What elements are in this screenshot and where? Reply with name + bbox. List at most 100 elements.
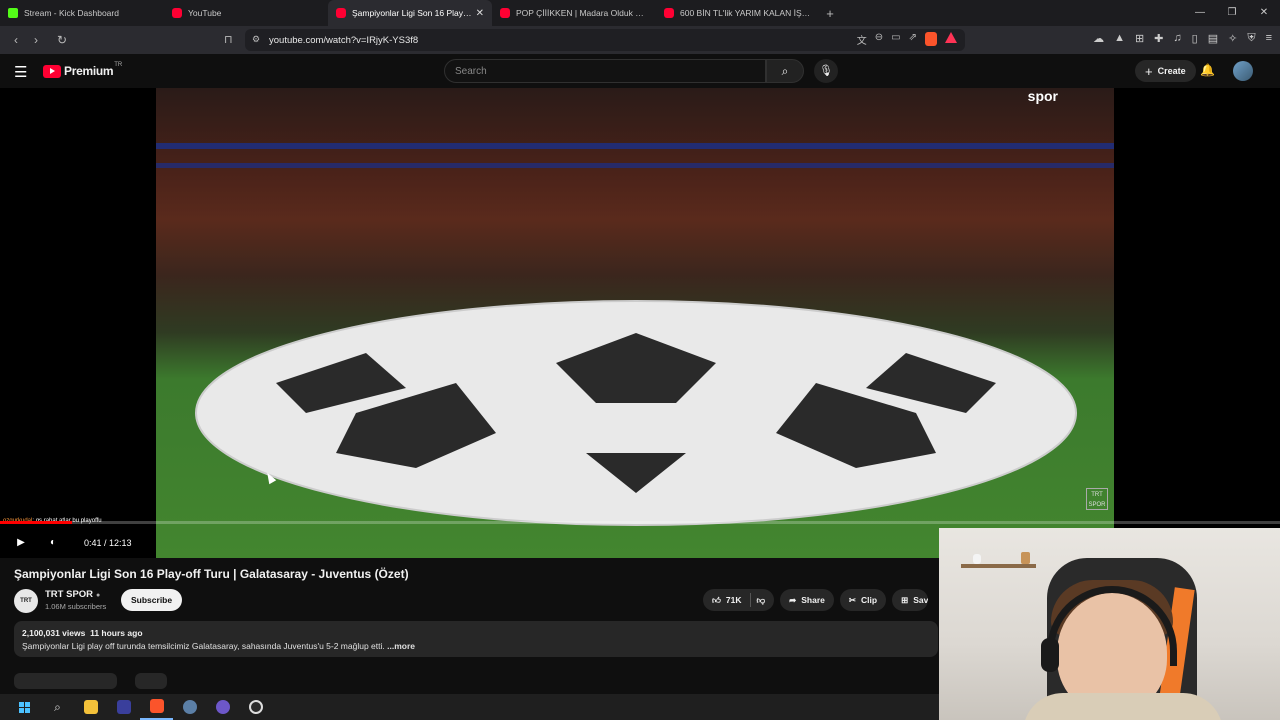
folder-icon	[83, 700, 98, 714]
tab-title: Stream - Kick Dashboard	[24, 8, 119, 18]
thumbs-down-icon[interactable]: 👎︎	[756, 595, 765, 606]
view-count: 2,100,031 views	[22, 628, 86, 638]
browser-tab-600-bin[interactable]: 600 BİN TL'lik YARIM KALAN İŞLER V	[656, 0, 820, 26]
clip-button[interactable]: ✂ Clip	[839, 589, 887, 611]
taskbar-app[interactable]	[107, 694, 140, 720]
bookmark-icon[interactable]: ⊓	[224, 33, 233, 46]
save-label: Save	[913, 595, 929, 605]
youtube-play-logo-icon	[43, 64, 61, 78]
youtube-logo[interactable]: Premium TR	[43, 62, 122, 78]
address-bar[interactable]: ⚙ youtube.com/watch?v=IRjyK-YS3f8 文 ⊖ ▭ …	[245, 29, 965, 51]
trt-corner-logo: TRT SPOR	[1086, 488, 1108, 510]
view-stats: 2,100,031 views 11 hours ago	[22, 628, 930, 638]
restore-icon[interactable]: ❐	[1216, 0, 1248, 26]
site-info-icon[interactable]: ⚙	[252, 34, 260, 45]
close-tab-icon[interactable]: ✕	[476, 8, 484, 19]
upload-time: 11 hours ago	[90, 628, 143, 638]
kick-favicon-icon	[8, 8, 18, 18]
browser-tab-strip: Stream - Kick Dashboard YouTube Şampiyon…	[0, 0, 1280, 26]
browser-tab-pop-ciiikken[interactable]: POP ÇİİİKKEN | Madara Olduk #652	[492, 0, 656, 26]
search-input[interactable]	[455, 65, 765, 77]
browser-tab-kick[interactable]: Stream - Kick Dashboard	[0, 0, 164, 26]
browser-toolbar: ‹ › ↻ ⊓ ⚙ youtube.com/watch?v=IRjyK-YS3f…	[0, 26, 1280, 54]
time-display: 0:41 / 12:13	[74, 533, 142, 553]
menu-icon[interactable]: ≡	[1266, 32, 1272, 45]
minimize-icon[interactable]: —	[1184, 0, 1216, 26]
media-icon[interactable]: ♫	[1173, 32, 1181, 45]
progress-bar[interactable]	[0, 521, 1280, 524]
new-tab-icon[interactable]: +	[820, 6, 840, 21]
youtube-favicon-icon	[336, 8, 346, 18]
account-avatar[interactable]	[1233, 61, 1253, 81]
video-player[interactable]: spor TRTSPOR ozgurkudal: gs rahat atlar …	[0, 88, 1280, 558]
taskbar-app[interactable]	[206, 694, 239, 720]
vpn-icon[interactable]: ⛨	[1247, 32, 1255, 45]
back-icon[interactable]: ‹	[6, 33, 26, 47]
like-count: 71K	[725, 595, 742, 605]
leo-icon[interactable]: ✧	[1228, 32, 1237, 45]
browser-tab-youtube[interactable]: YouTube	[164, 0, 328, 26]
video-frame[interactable]: spor TRT SPOR	[156, 88, 1114, 558]
create-button[interactable]: + Create	[1135, 60, 1196, 82]
share-button[interactable]: ➦ Share	[780, 589, 834, 611]
window-controls: — ❐ ✕	[1184, 0, 1280, 26]
subscribe-button[interactable]: Subscribe	[121, 589, 183, 611]
start-button[interactable]	[8, 694, 41, 720]
volume-icon: ◐	[49, 537, 57, 548]
puzzle-icon[interactable]: ✚	[1154, 32, 1163, 45]
description-box[interactable]: 2,100,031 views 11 hours ago Şampiyonlar…	[14, 621, 938, 657]
search-icon: ⌕	[781, 64, 789, 78]
browser-tab-active-video[interactable]: Şampiyonlar Ligi Son 16 Play-off ✕	[328, 0, 492, 26]
extension-icon[interactable]: ⊞	[1135, 32, 1144, 45]
shelf-object	[973, 554, 981, 564]
taskbar-file-explorer[interactable]	[74, 694, 107, 720]
channel-name[interactable]: TRT SPOR ●	[45, 589, 100, 600]
tab-title: Şampiyonlar Ligi Son 16 Play-off	[352, 8, 472, 18]
search-button[interactable]: ⌕	[766, 59, 804, 83]
taskbar-app[interactable]	[173, 694, 206, 720]
extension-icon[interactable]: ▲	[1114, 32, 1125, 45]
sidebar-icon[interactable]: ▯	[1192, 32, 1198, 45]
taskbar-brave[interactable]	[140, 694, 173, 720]
translate-icon[interactable]: 文	[857, 32, 867, 47]
forward-icon[interactable]: ›	[26, 33, 46, 47]
more-link[interactable]: ...more	[387, 641, 415, 651]
brave-shields-icon[interactable]	[925, 32, 937, 46]
zoom-icon[interactable]: ⊖	[875, 32, 883, 47]
share-icon: ➦	[789, 594, 797, 605]
like-button[interactable]: 👍︎ 71K 👎︎	[703, 589, 775, 611]
app-icon	[116, 700, 131, 714]
windows-logo-icon	[19, 701, 30, 713]
save-button[interactable]: ⊞ Save	[892, 589, 929, 611]
placeholder-chip	[14, 673, 117, 689]
cast-icon[interactable]: ▭	[891, 32, 900, 47]
share-page-icon[interactable]: ⇗	[909, 32, 917, 47]
hamburger-menu-icon[interactable]: ☰	[14, 63, 27, 81]
verified-badge-icon: ●	[96, 592, 101, 599]
extension-icon[interactable]: ☁	[1093, 32, 1104, 45]
taskbar-search-button[interactable]: ⌕	[41, 694, 74, 720]
volume-button[interactable]: ◐	[42, 532, 64, 554]
starball-flag-graphic	[195, 300, 1077, 526]
app-icon	[215, 700, 230, 714]
taskbar-obs[interactable]	[239, 694, 272, 720]
extension-icons: ☁ ▲ ⊞ ✚ ♫ ▯ ▤ ✧ ⛨ ≡	[1093, 32, 1272, 45]
share-label: Share	[801, 595, 825, 605]
wallet-icon[interactable]: ▤	[1208, 32, 1218, 45]
reload-icon[interactable]: ↻	[52, 33, 72, 47]
voice-search-button[interactable]: 🎙	[814, 59, 838, 83]
notifications-bell-icon[interactable]: 🔔	[1200, 63, 1215, 77]
channel-name-text[interactable]: TRT SPOR	[45, 589, 93, 600]
player-controls: ▶ ◐ 0:41 / 12:13	[10, 532, 142, 554]
windows-taskbar: ⌕	[0, 694, 939, 720]
play-icon: ▶	[17, 537, 25, 548]
search-box[interactable]	[444, 59, 766, 83]
close-window-icon[interactable]: ✕	[1248, 0, 1280, 26]
url-text[interactable]: youtube.com/watch?v=IRjyK-YS3f8	[269, 35, 418, 46]
plus-icon: +	[1145, 63, 1153, 79]
brave-rewards-icon[interactable]	[945, 32, 957, 43]
tab-title: YouTube	[188, 8, 222, 18]
channel-avatar[interactable]: TRT SPOR	[14, 589, 38, 628]
streamer-sweater	[1023, 693, 1223, 720]
play-button[interactable]: ▶	[10, 532, 32, 554]
